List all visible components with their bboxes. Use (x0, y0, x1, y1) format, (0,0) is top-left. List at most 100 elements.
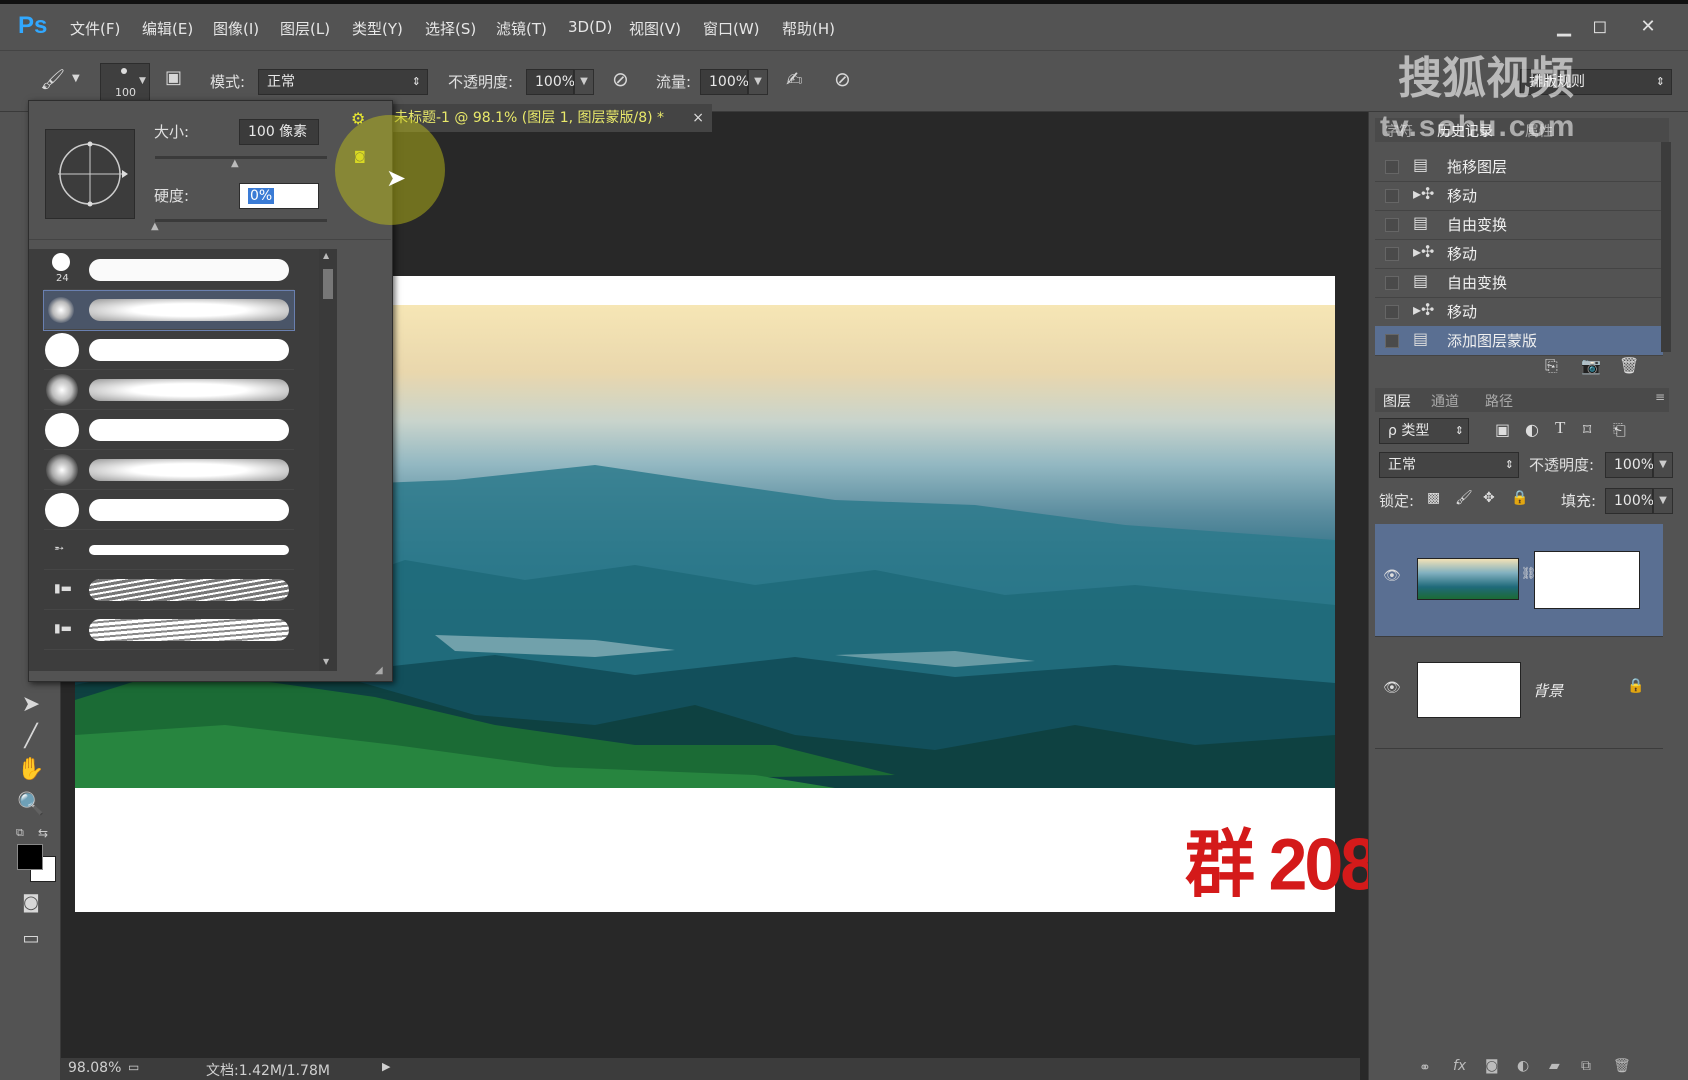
quick-mask-icon[interactable]: ◙ (14, 892, 48, 922)
mode-select[interactable]: 正常 ⇕ (258, 69, 428, 95)
status-options-icon[interactable]: ▭ (128, 1060, 139, 1074)
brush-preset-bristle[interactable]: ▮▬ (44, 571, 294, 610)
scroll-up-icon[interactable]: ▲ (323, 251, 329, 260)
hardness-slider-thumb[interactable]: ▲ (151, 221, 159, 232)
zoom-level[interactable]: 98.08% (68, 1060, 121, 1076)
scroll-down-icon[interactable]: ▼ (323, 657, 329, 666)
filter-shape-icon[interactable]: ⌑ (1583, 420, 1591, 439)
delete-state-icon[interactable]: 🗑 (1619, 356, 1639, 375)
brush-preset-hard-2[interactable] (44, 411, 294, 450)
layer-thumbnail[interactable] (1417, 662, 1521, 718)
history-item[interactable]: ▸✣ 移动 (1375, 297, 1663, 327)
pressure-opacity-icon[interactable]: ⊘ (612, 67, 629, 91)
line-tool-icon[interactable]: ╱ (14, 724, 48, 754)
hardness-input[interactable]: 0% (239, 183, 319, 209)
flow-dropdown[interactable]: ▼ (748, 69, 768, 95)
brush-panel-toggle-icon[interactable]: ▣ (165, 67, 182, 88)
size-slider-thumb[interactable]: ▲ (231, 158, 239, 169)
menu-layer[interactable]: 图层(L) (280, 18, 330, 39)
resize-grip-icon[interactable]: ◢ (375, 665, 383, 676)
chain-link-icon[interactable]: ⛓ (1521, 566, 1536, 580)
lock-transparent-icon[interactable]: ▩ (1427, 490, 1440, 506)
blend-mode-select[interactable]: 正常 ⇕ (1379, 452, 1519, 478)
panel-menu-icon[interactable]: ≡ (1655, 390, 1665, 404)
menu-view[interactable]: 视图(V) (629, 18, 681, 39)
lock-position-icon[interactable]: ✥ (1483, 490, 1495, 506)
fill-dropdown[interactable]: ▼ (1653, 488, 1673, 514)
visibility-eye-icon[interactable]: 👁 (1383, 568, 1401, 584)
default-colors-icon[interactable]: ⧉ (16, 826, 24, 840)
history-item[interactable]: ▸✣ 移动 (1375, 181, 1663, 211)
airbrush-icon[interactable]: ✍ (786, 67, 803, 91)
preset-list-scrollbar[interactable]: ▲ ▼ (319, 249, 337, 671)
tab-paths[interactable]: 路径 (1485, 391, 1513, 411)
scrollbar-thumb[interactable] (323, 269, 333, 299)
brush-preset-taper[interactable]: ➵ (44, 531, 294, 570)
history-item[interactable]: ▤ 拖移图层 (1375, 152, 1663, 182)
foreground-color-swatch[interactable] (17, 844, 43, 870)
history-checkbox[interactable] (1385, 247, 1399, 261)
opacity-dropdown[interactable]: ▼ (574, 69, 594, 95)
menu-file[interactable]: 文件(F) (70, 18, 120, 39)
layer-style-fx-icon[interactable]: fx (1453, 1058, 1466, 1074)
menu-image[interactable]: 图像(I) (213, 18, 259, 39)
hand-tool-icon[interactable]: ✋ (14, 757, 48, 787)
history-checkbox[interactable] (1385, 276, 1399, 290)
menu-select[interactable]: 选择(S) (425, 18, 476, 39)
brush-preset-soft[interactable] (44, 371, 294, 410)
history-checkbox[interactable] (1385, 160, 1399, 174)
new-document-from-state-icon[interactable]: ⎘ (1545, 356, 1558, 376)
brush-preset-soft-2[interactable] (44, 451, 294, 490)
layer-mask-thumbnail[interactable] (1534, 551, 1640, 609)
restore-button[interactable]: ◻ (1582, 14, 1618, 40)
filter-adjustment-icon[interactable]: ◐ (1525, 420, 1539, 439)
tab-layers[interactable]: 图层 (1383, 391, 1411, 411)
size-slider-track[interactable]: ▲ (155, 156, 327, 169)
layer-thumbnail[interactable] (1417, 558, 1519, 600)
tool-preset-chevron-icon[interactable]: ▼ (72, 73, 80, 84)
path-selection-tool-icon[interactable]: ➤ (14, 692, 48, 722)
history-checkbox[interactable] (1385, 334, 1399, 348)
history-checkbox[interactable] (1385, 218, 1399, 232)
history-scrollbar[interactable] (1661, 142, 1671, 352)
brush-preset-hard[interactable] (44, 331, 294, 370)
close-button[interactable]: ✕ (1630, 14, 1666, 40)
lock-paint-icon[interactable]: 🖌 (1455, 490, 1473, 506)
delete-layer-icon[interactable]: 🗑 (1613, 1058, 1631, 1074)
layer-opacity-dropdown[interactable]: ▼ (1653, 452, 1673, 478)
history-item[interactable]: ▤ 自由变换 (1375, 268, 1663, 298)
layer-row[interactable]: 👁 背景 🔒 (1375, 636, 1663, 749)
brush-preset-hard-24[interactable]: 24 (44, 251, 294, 290)
layer-row-selected[interactable]: 👁 ⛓ (1375, 524, 1663, 637)
link-layers-icon[interactable]: ⚭ (1419, 1060, 1431, 1076)
visibility-eye-icon[interactable]: 👁 (1383, 680, 1401, 696)
zoom-tool-icon[interactable]: 🔍 (14, 792, 48, 822)
brush-tool-icon[interactable]: 🖌 (40, 67, 65, 91)
pressure-size-icon[interactable]: ⊘ (834, 67, 851, 91)
brush-preset-picker[interactable]: 100 ▼ (100, 63, 150, 103)
menu-filter[interactable]: 滤镜(T) (496, 18, 547, 39)
filter-type-icon[interactable]: T (1555, 418, 1565, 438)
layer-filter-select[interactable]: ρ 类型 ⇕ (1379, 418, 1469, 444)
history-checkbox[interactable] (1385, 189, 1399, 203)
lock-all-icon[interactable]: 🔒 (1511, 490, 1528, 506)
menu-window[interactable]: 窗口(W) (703, 18, 760, 39)
menu-type[interactable]: 类型(Y) (352, 18, 403, 39)
adjustment-layer-icon[interactable]: ◐ (1517, 1058, 1529, 1074)
brush-angle-preview[interactable] (45, 129, 135, 219)
opacity-input[interactable]: 100% (526, 69, 575, 95)
brush-preset-hard-3[interactable] (44, 491, 294, 530)
size-input[interactable]: 100 像素 (239, 119, 319, 145)
filter-smart-object-icon[interactable]: ⎗ (1613, 420, 1626, 440)
filter-pixel-icon[interactable]: ▣ (1495, 420, 1510, 439)
screen-mode-icon[interactable]: ▭ (14, 928, 48, 958)
new-group-icon[interactable]: ▰ (1549, 1058, 1560, 1074)
snapshot-camera-icon[interactable]: 📷 (1581, 356, 1601, 375)
close-tab-icon[interactable]: × (692, 104, 704, 132)
swap-colors-icon[interactable]: ⇆ (38, 826, 48, 840)
status-menu-arrow-icon[interactable]: ▶ (382, 1060, 390, 1073)
minimize-button[interactable]: ▁ (1546, 14, 1582, 40)
menu-edit[interactable]: 编辑(E) (142, 18, 193, 39)
brush-preset-bristle-2[interactable]: ▮▬ (44, 611, 294, 650)
layer-opacity-input[interactable]: 100% (1605, 452, 1654, 478)
